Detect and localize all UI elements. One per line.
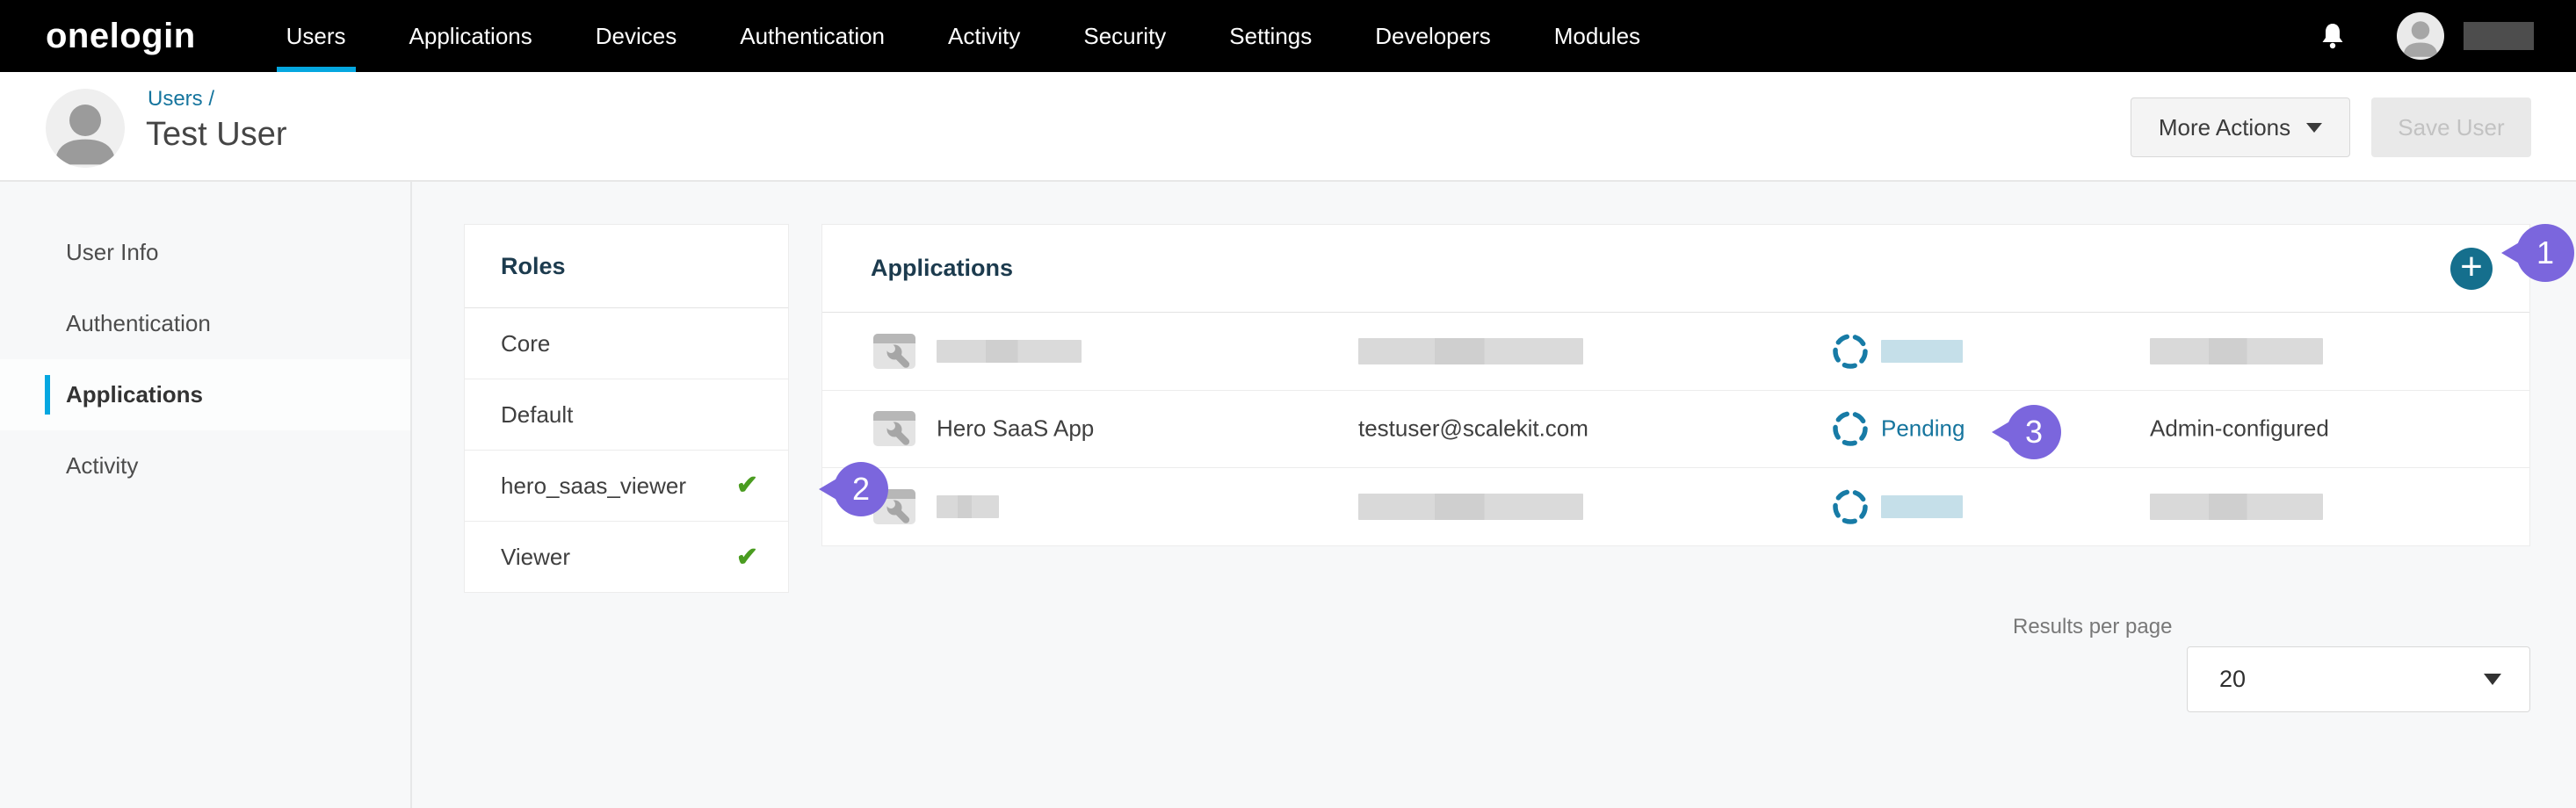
notifications-bell-icon[interactable]: [2319, 22, 2346, 50]
sidebar: User Info Authentication Applications Ac…: [0, 182, 412, 808]
navbar-right-controls: [2319, 12, 2576, 60]
application-row-hero-saas-app[interactable]: Hero SaaS App testuser@scalekit.com Pend…: [822, 391, 2529, 469]
role-label: Core: [501, 330, 550, 357]
role-label: Viewer: [501, 544, 570, 571]
nav-item-settings[interactable]: Settings: [1219, 0, 1321, 72]
sidebar-item-applications[interactable]: Applications: [0, 359, 410, 430]
onelogin-admin-page: onelogin Users Applications Devices Auth…: [0, 0, 2576, 808]
skeleton-status: [1881, 340, 1963, 363]
skeleton-app-name: [937, 340, 1082, 363]
results-per-page-value: 20: [2219, 666, 2246, 693]
applications-panel-title: Applications: [871, 255, 1013, 282]
nav-item-devices[interactable]: Devices: [586, 0, 686, 72]
results-per-page-label: Results per page: [2013, 615, 2172, 639]
check-icon: ✔: [736, 473, 758, 499]
app-provisioning: Admin-configured: [2150, 415, 2329, 443]
page-title: Test User: [146, 116, 286, 154]
app-status-pending[interactable]: Pending: [1881, 415, 1965, 443]
chevron-down-icon: [2306, 123, 2322, 133]
app-login: testuser@scalekit.com: [1358, 415, 1588, 443]
user-avatar: [46, 89, 125, 168]
role-label: hero_saas_viewer: [501, 473, 686, 500]
primary-nav: Users Applications Devices Authenticatio…: [277, 0, 1694, 72]
sidebar-item-user-info[interactable]: User Info: [0, 217, 410, 288]
save-user-button[interactable]: Save User: [2371, 97, 2531, 157]
nav-item-modules[interactable]: Modules: [1545, 0, 1650, 72]
loading-spinner-icon: [1831, 487, 1870, 526]
more-actions-button[interactable]: More Actions: [2131, 97, 2350, 157]
skeleton-status: [1881, 495, 1963, 518]
add-application-button[interactable]: +: [2450, 248, 2493, 290]
app-wrench-icon: [873, 334, 915, 369]
role-row-default[interactable]: Default: [465, 379, 788, 451]
nav-item-authentication[interactable]: Authentication: [730, 0, 894, 72]
skeleton-app-name: [937, 495, 999, 518]
check-icon: ✔: [736, 545, 758, 571]
annotation-badge-3: 3: [2007, 405, 2061, 459]
breadcrumb-users-link[interactable]: Users /: [148, 87, 214, 112]
account-avatar-icon[interactable]: [2397, 12, 2444, 60]
app-wrench-icon: [873, 411, 915, 446]
nav-item-activity[interactable]: Activity: [938, 0, 1030, 72]
page-header: Users / Test User More Actions Save User: [0, 72, 2576, 182]
nav-item-developers[interactable]: Developers: [1365, 0, 1501, 72]
applications-panel: Applications +: [821, 224, 2530, 546]
skeleton-provisioning: [2150, 338, 2323, 364]
app-name: Hero SaaS App: [937, 415, 1094, 443]
nav-item-security[interactable]: Security: [1074, 0, 1176, 72]
skeleton-provisioning: [2150, 494, 2323, 520]
pending-spinner-icon: [1831, 409, 1870, 448]
role-label: Default: [501, 401, 573, 429]
roles-panel: Roles Core Default hero_saas_viewer ✔ Vi…: [464, 224, 789, 593]
nav-item-applications[interactable]: Applications: [400, 0, 542, 72]
applications-panel-header: Applications +: [822, 225, 2529, 313]
sidebar-item-authentication[interactable]: Authentication: [0, 288, 410, 359]
role-row-hero-saas-viewer[interactable]: hero_saas_viewer ✔: [465, 451, 788, 522]
application-row-loading[interactable]: [822, 313, 2529, 391]
application-row-loading[interactable]: [822, 468, 2529, 546]
loading-spinner-icon: [1831, 332, 1870, 371]
nav-item-users[interactable]: Users: [277, 0, 356, 72]
role-row-viewer[interactable]: Viewer ✔: [465, 522, 788, 593]
sidebar-item-activity[interactable]: Activity: [0, 430, 410, 501]
roles-panel-title: Roles: [465, 225, 788, 308]
role-row-core[interactable]: Core: [465, 308, 788, 379]
skeleton-login: [1358, 494, 1583, 520]
account-name-redacted: [2464, 22, 2534, 50]
top-navbar: onelogin Users Applications Devices Auth…: [0, 0, 2576, 72]
annotation-badge-2: 2: [834, 462, 888, 516]
chevron-down-icon: [2484, 674, 2501, 685]
annotation-badge-1: 1: [2516, 224, 2574, 282]
more-actions-label: More Actions: [2159, 114, 2290, 141]
onelogin-logo[interactable]: onelogin: [46, 17, 196, 56]
results-per-page-select[interactable]: 20: [2187, 646, 2530, 712]
skeleton-login: [1358, 338, 1583, 364]
